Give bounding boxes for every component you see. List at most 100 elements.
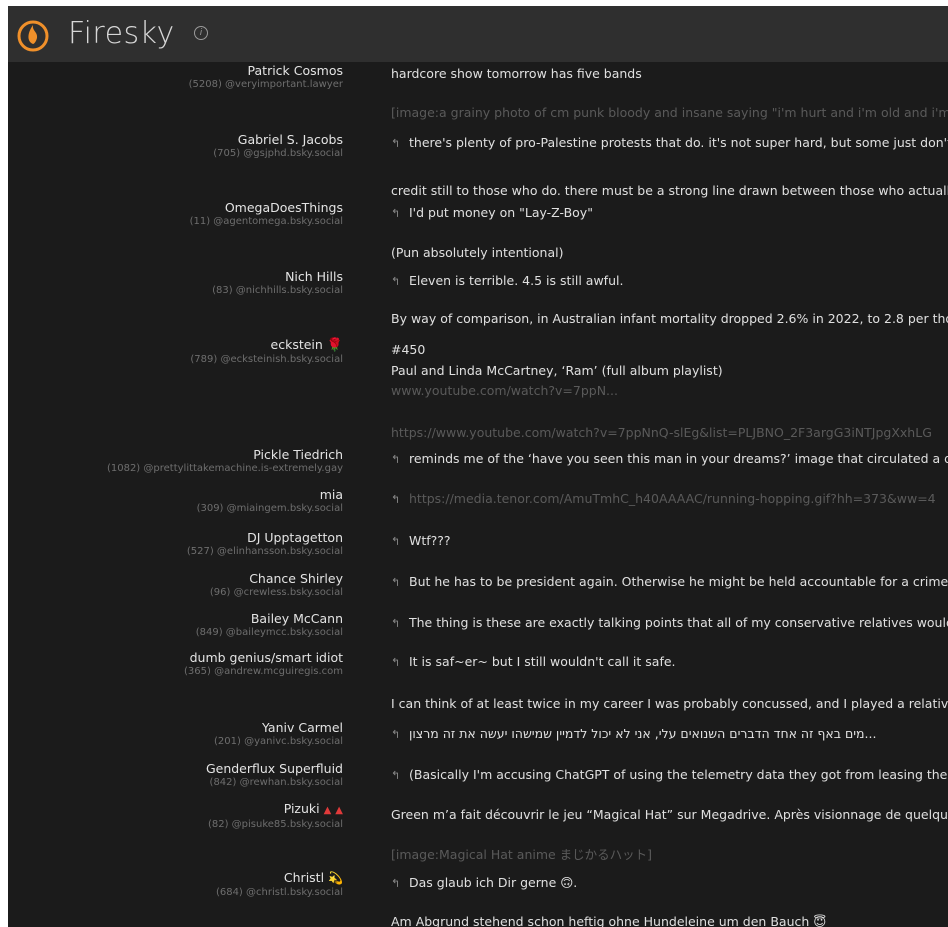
triangle-icon: ▲	[323, 805, 332, 816]
post-text[interactable]: Green m’a fait découvrir le jeu “Magical…	[391, 807, 948, 823]
user-name: Pizuki ▲ ▲	[283, 801, 343, 816]
user-name: Gabriel S. Jacobs	[237, 132, 343, 147]
user-name: mia	[319, 487, 343, 502]
reply-icon: ↰	[391, 535, 401, 548]
user-block[interactable]: mia (309) @miaingem.bsky.social	[197, 487, 343, 515]
reply-icon: ↰	[391, 656, 401, 669]
user-handle: (527) @elinhansson.bsky.social	[186, 546, 343, 557]
post-reply[interactable]: ↰ (Basically I'm accusing ChatGPT of usin…	[391, 767, 948, 784]
user-handle: (96) @crewless.bsky.social	[209, 587, 343, 598]
user-handle: (789) @ecksteinish.bsky.social	[190, 354, 343, 365]
user-name: dumb genius/smart idiot	[189, 650, 343, 665]
user-block[interactable]: Gabriel S. Jacobs (705) @gsjphd.bsky.soc…	[213, 132, 343, 160]
post-text: Das glaub ich Dir gerne 🙃.	[409, 875, 578, 890]
user-block[interactable]: Pizuki ▲ ▲ (82) @pisuke85.bsky.social	[208, 801, 343, 831]
reply-icon: ↰	[391, 207, 401, 220]
header-bar: Firesky i	[8, 6, 948, 62]
dizzy-icon: 💫	[328, 871, 343, 885]
user-handle: (705) @gsjphd.bsky.social	[213, 148, 343, 159]
user-handle: (684) @christl.bsky.social	[215, 887, 343, 898]
reply-icon: ↰	[391, 453, 401, 466]
post-text[interactable]: Am Abgrund stehend schon heftig ohne Hun…	[391, 914, 948, 927]
user-name: Christl 💫	[283, 870, 343, 885]
post-reply[interactable]: ↰ reminds me of the ‘have you seen this m…	[391, 451, 948, 468]
post-reply[interactable]: ↰ there's plenty of pro-Palestine protest…	[391, 135, 948, 152]
user-handle: (83) @nichhills.bsky.social	[212, 285, 343, 296]
post-text: The thing is these are exactly talking p…	[409, 615, 948, 630]
post-text: there's plenty of pro-Palestine protests…	[409, 135, 948, 150]
reply-icon: ↰	[391, 576, 401, 589]
post-image-alt[interactable]: [image:Magical Hat anime まじかるハット]	[391, 847, 948, 863]
user-handle: (849) @baileymcc.bsky.social	[195, 627, 343, 638]
user-name: Patrick Cosmos	[247, 63, 343, 78]
reply-icon: ↰	[391, 617, 401, 630]
user-handle: (5208) @veryimportant.lawyer	[188, 79, 343, 90]
user-name: Genderflux Superfluid	[205, 761, 343, 776]
user-block[interactable]: Genderflux Superfluid (842) @rewhan.bsky…	[206, 761, 343, 789]
post-text[interactable]: Paul and Linda McCartney, ‘Ram’ (full al…	[391, 363, 948, 379]
user-block[interactable]: dumb genius/smart idiot (365) @andrew.mc…	[184, 650, 343, 678]
post-text: מים באף זה אחד הדברים השנואים עלי, אני ל…	[409, 726, 877, 741]
user-handle: (365) @andrew.mcguiregis.com	[184, 666, 343, 677]
post-reply[interactable]: ↰ Wtf???	[391, 533, 948, 550]
post-text: (Basically I'm accusing ChatGPT of using…	[409, 767, 948, 782]
user-name: Yaniv Carmel	[262, 720, 343, 735]
user-handle: (309) @miaingem.bsky.social	[196, 503, 343, 514]
post-image-alt[interactable]: [image:a grainy photo of cm punk bloody …	[391, 105, 948, 121]
post-text[interactable]: By way of comparison, in Australian infa…	[391, 311, 948, 327]
post-text: Wtf???	[409, 533, 451, 548]
post-link: https://media.tenor.com/AmuTmhC_h40AAAAC…	[409, 491, 936, 506]
post-link[interactable]: www.youtube.com/watch?v=7ppN...	[391, 383, 948, 399]
post-text[interactable]: hardcore show tomorrow has five bands	[391, 66, 948, 82]
post-text[interactable]: (Pun absolutely intentional)	[391, 245, 948, 261]
post-reply[interactable]: ↰ Eleven is terrible. 4.5 is still awful.	[391, 273, 948, 290]
user-handle: (842) @rewhan.bsky.social	[209, 777, 343, 788]
reply-icon: ↰	[391, 728, 401, 741]
user-block[interactable]: OmegaDoesThings (11) @agentomega.bsky.so…	[190, 200, 343, 228]
post-link[interactable]: https://www.youtube.com/watch?v=7ppNnQ-s…	[391, 425, 948, 441]
user-name: OmegaDoesThings	[224, 200, 343, 215]
user-name: Nich Hills	[285, 269, 343, 284]
user-handle: (11) @agentomega.bsky.social	[189, 216, 343, 227]
user-block[interactable]: Chance Shirley (96) @crewless.bsky.socia…	[210, 571, 343, 599]
post-text[interactable]: #450	[391, 342, 948, 358]
user-name: Bailey McCann	[250, 611, 343, 626]
app-window: Firesky i Patrick Cosmos (5208) @veryimp…	[8, 6, 948, 927]
post-reply[interactable]: ↰ I'd put money on "Lay-Z-Boy"	[391, 205, 948, 222]
triangle-icon: ▲	[335, 805, 343, 816]
info-icon[interactable]: i	[194, 26, 208, 40]
user-block[interactable]: Pickle Tiedrich (1082) @prettylittakemac…	[107, 447, 343, 475]
post-text: Eleven is terrible. 4.5 is still awful.	[409, 273, 624, 288]
post-reply[interactable]: ↰ It is saf~er~ but I still wouldn't call…	[391, 654, 948, 671]
post-text[interactable]: I can think of at least twice in my care…	[391, 696, 948, 712]
user-block[interactable]: Bailey McCann (849) @baileymcc.bsky.soci…	[196, 611, 343, 639]
post-text: reminds me of the ‘have you seen this ma…	[409, 451, 948, 466]
reply-icon: ↰	[391, 275, 401, 288]
user-block[interactable]: eckstein 🌹 (789) @ecksteinish.bsky.socia…	[190, 337, 343, 366]
post-reply[interactable]: ↰ מים באף זה אחד הדברים השנואים עלי, אני …	[391, 726, 948, 743]
user-name: DJ Upptagetton	[247, 530, 343, 545]
post-reply[interactable]: ↰ The thing is these are exactly talking …	[391, 615, 948, 632]
app-title: Firesky	[68, 16, 175, 51]
post-text[interactable]: credit still to those who do. there must…	[391, 183, 948, 199]
user-block[interactable]: DJ Upptagetton (527) @elinhansson.bsky.s…	[187, 530, 343, 558]
user-block[interactable]: Nich Hills (83) @nichhills.bsky.social	[212, 269, 343, 297]
post-text: I'd put money on "Lay-Z-Boy"	[409, 205, 593, 220]
user-name: Chance Shirley	[249, 571, 343, 586]
user-name: eckstein 🌹	[270, 337, 343, 353]
post-text: But he has to be president again. Otherw…	[409, 574, 948, 589]
user-handle: (1082) @prettylittakemachine.is-extremel…	[106, 463, 343, 474]
user-block[interactable]: Patrick Cosmos (5208) @veryimportant.law…	[189, 63, 343, 91]
fire-logo-icon	[17, 20, 49, 52]
user-block[interactable]: Yaniv Carmel (201) @yanivc.bsky.social	[214, 720, 343, 748]
user-name: Pickle Tiedrich	[253, 447, 343, 462]
rose-icon: 🌹	[326, 338, 343, 353]
user-handle: (82) @pisuke85.bsky.social	[207, 819, 343, 830]
reply-icon: ↰	[391, 877, 401, 890]
user-handle: (201) @yanivc.bsky.social	[214, 736, 343, 747]
post-reply[interactable]: ↰ But he has to be president again. Other…	[391, 574, 948, 591]
user-block[interactable]: Christl 💫 (684) @christl.bsky.social	[216, 870, 343, 899]
post-reply[interactable]: ↰ Das glaub ich Dir gerne 🙃.	[391, 875, 948, 892]
reply-icon: ↰	[391, 137, 401, 150]
post-reply[interactable]: ↰ https://media.tenor.com/AmuTmhC_h40AAAA…	[391, 491, 948, 508]
